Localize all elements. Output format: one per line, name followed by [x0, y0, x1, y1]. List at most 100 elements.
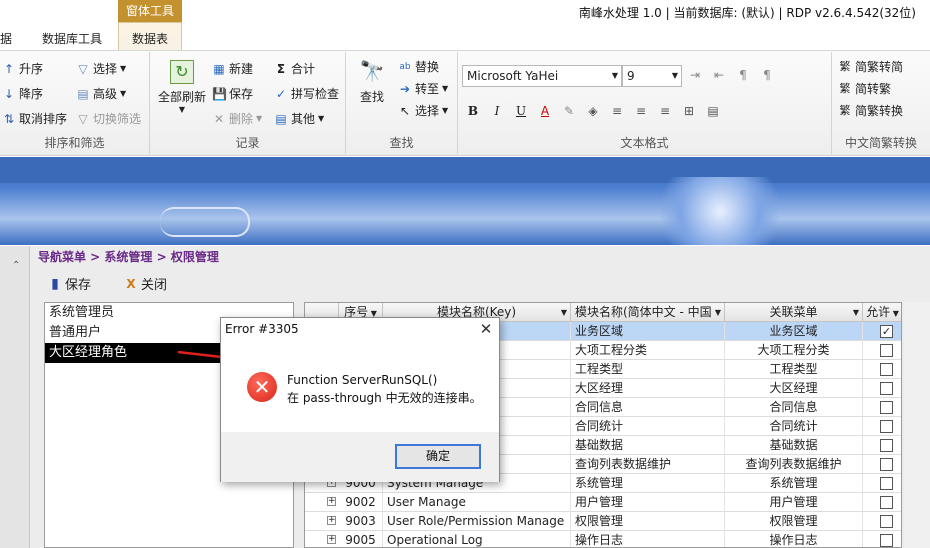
column-header-allow[interactable]: 允许 ▼ — [863, 303, 901, 322]
cell-id: 9002 — [339, 493, 383, 512]
increase-indent-icon[interactable]: ⇥ — [688, 68, 702, 82]
toggle-filter-button[interactable]: ▽ 切换筛选 — [76, 110, 141, 127]
paragraph-direction-icon[interactable]: ¶ — [736, 68, 750, 82]
column-header-menu[interactable]: 关联菜单 ▼ — [725, 303, 863, 322]
expand-icon[interactable]: + — [327, 497, 336, 506]
checkbox[interactable] — [880, 382, 893, 395]
checkbox[interactable] — [880, 458, 893, 471]
highlight-icon[interactable]: ✎ — [562, 104, 576, 118]
totals-button[interactable]: Σ 合计 — [274, 60, 315, 77]
sort-desc-label: 降序 — [19, 87, 44, 101]
cell-cn: 合同统计 — [571, 417, 725, 436]
font-combo[interactable]: Microsoft YaHei ▼ — [462, 65, 622, 87]
simp-to-trad-button[interactable]: 繁简转繁 — [838, 80, 892, 97]
replace-button[interactable]: ab 替换 — [398, 58, 439, 75]
fill-color-icon[interactable]: ◈ — [586, 104, 600, 118]
cell-key: User Role/Permission Manage — [383, 512, 571, 531]
close-icon[interactable]: ✕ — [477, 320, 495, 338]
cell-id: 9003 — [339, 512, 383, 531]
toggle-filter-icon: ▽ — [78, 111, 88, 126]
sort-desc-button[interactable]: ↓ 降序 — [2, 85, 43, 102]
navigation-pane-collapsed[interactable]: ⌃ — [0, 246, 30, 548]
checkbox[interactable] — [880, 420, 893, 433]
gridlines-icon[interactable]: ⊞ — [682, 104, 696, 118]
checkbox[interactable] — [880, 515, 893, 528]
totals-label: 合计 — [291, 62, 316, 76]
tab-datasheet[interactable]: 数据表 — [132, 30, 168, 47]
save-button[interactable]: ▮ 保存 — [48, 274, 91, 294]
align-right-icon[interactable]: ≡ — [658, 104, 672, 118]
cell-menu: 查询列表数据维护 — [725, 455, 863, 474]
ok-button[interactable]: 确定 — [395, 444, 481, 469]
table-row[interactable]: +9005 Operational Log 操作日志 操作日志 — [305, 531, 901, 547]
delete-record-button[interactable]: ✕ 删除 ▼ — [212, 110, 262, 127]
cell-cn: 大项工程分类 — [571, 341, 725, 360]
cell-menu: 合同信息 — [725, 398, 863, 417]
expand-icon[interactable]: + — [327, 535, 336, 544]
replace-icon: ab — [399, 61, 411, 72]
more-icon: ▤ — [275, 111, 287, 126]
table-row[interactable]: +9002 User Manage 用户管理 用户管理 — [305, 493, 901, 512]
sort-asc-button[interactable]: ↑ 升序 — [2, 60, 43, 77]
save-record-button[interactable]: 💾 保存 — [212, 85, 253, 102]
checkbox[interactable] — [880, 344, 893, 357]
column-header-cn[interactable]: 模块名称(简体中文 - 中国 ▼ — [571, 303, 725, 322]
delete-icon: ✕ — [213, 111, 225, 126]
chevron-down-icon: ▼ — [671, 71, 678, 80]
trad-to-simp-button[interactable]: 繁简繁转简 — [838, 58, 904, 75]
vertical-scrollbar[interactable] — [904, 302, 930, 548]
close-button[interactable]: X 关闭 — [124, 274, 168, 294]
alt-row-color-icon[interactable]: ▤ — [706, 104, 720, 118]
expand-icon[interactable]: + — [327, 516, 336, 525]
convert-label: 简繁转换 — [855, 104, 904, 118]
cell-menu: 合同统计 — [725, 417, 863, 436]
close-button-label: 关闭 — [141, 278, 168, 293]
cell-cn: 合同信息 — [571, 398, 725, 417]
italic-icon[interactable]: I — [490, 104, 504, 118]
underline-icon[interactable]: U — [514, 104, 528, 118]
selection-filter-button[interactable]: ▽ 选择 ▼ — [76, 60, 126, 77]
bold-icon[interactable]: B — [466, 104, 480, 118]
convert-button[interactable]: 繁简繁转换 — [838, 102, 904, 119]
dialog-title: Error #3305 — [225, 322, 299, 336]
spelling-label: 拼写检查 — [291, 87, 340, 101]
checkbox-checked[interactable]: ✓ — [880, 325, 893, 338]
table-row[interactable]: +9003 User Role/Permission Manage 权限管理 权限管理 — [305, 512, 901, 531]
column-header-label: 允许 — [866, 305, 891, 319]
checkbox[interactable] — [880, 363, 893, 376]
align-center-icon[interactable]: ≡ — [634, 104, 648, 118]
advanced-filter-button[interactable]: ▤ 高级 ▼ — [76, 85, 126, 102]
font-size-combo[interactable]: 9 ▼ — [622, 65, 682, 87]
rtl-icon[interactable]: ¶ — [760, 68, 774, 82]
refresh-all-button[interactable]: ↻ 全部刷新 ▼ — [156, 60, 208, 114]
font-color-icon[interactable]: A — [538, 104, 552, 118]
cell-cn: 工程类型 — [571, 360, 725, 379]
tab-data[interactable]: 据 — [0, 30, 12, 47]
goto-button[interactable]: ➔ 转至 ▼ — [398, 80, 448, 97]
new-record-button[interactable]: ▦ 新建 — [212, 60, 253, 77]
advanced-filter-icon: ▤ — [77, 86, 89, 101]
select-button[interactable]: ↖ 选择 ▼ — [398, 102, 448, 119]
group-label: 记录 — [235, 136, 260, 150]
decrease-indent-icon[interactable]: ⇤ — [712, 68, 726, 82]
tab-database-tools[interactable]: 数据库工具 — [42, 30, 102, 47]
cell-menu: 用户管理 — [725, 493, 863, 512]
cell-id: 9005 — [339, 531, 383, 547]
checkbox[interactable] — [880, 477, 893, 490]
checkbox[interactable] — [880, 496, 893, 509]
cell-menu: 业务区域 — [725, 322, 863, 341]
cell-cn: 权限管理 — [571, 512, 725, 531]
checkbox[interactable] — [880, 534, 893, 547]
checkbox[interactable] — [880, 401, 893, 414]
align-left-icon[interactable]: ≡ — [610, 104, 624, 118]
spelling-button[interactable]: ✓ 拼写检查 — [274, 85, 339, 102]
chevron-up-icon[interactable]: ⌃ — [12, 260, 20, 271]
convert-icon: 繁 — [839, 103, 851, 117]
clear-sort-icon: ⇅ — [3, 111, 15, 126]
clear-sort-button[interactable]: ⇅ 取消排序 — [2, 110, 67, 127]
more-button[interactable]: ▤ 其他 ▼ — [274, 110, 324, 127]
cell-cn: 业务区域 — [571, 322, 725, 341]
checkbox[interactable] — [880, 439, 893, 452]
cell-menu: 基础数据 — [725, 436, 863, 455]
find-button[interactable]: 🔭 查找 — [352, 58, 392, 105]
